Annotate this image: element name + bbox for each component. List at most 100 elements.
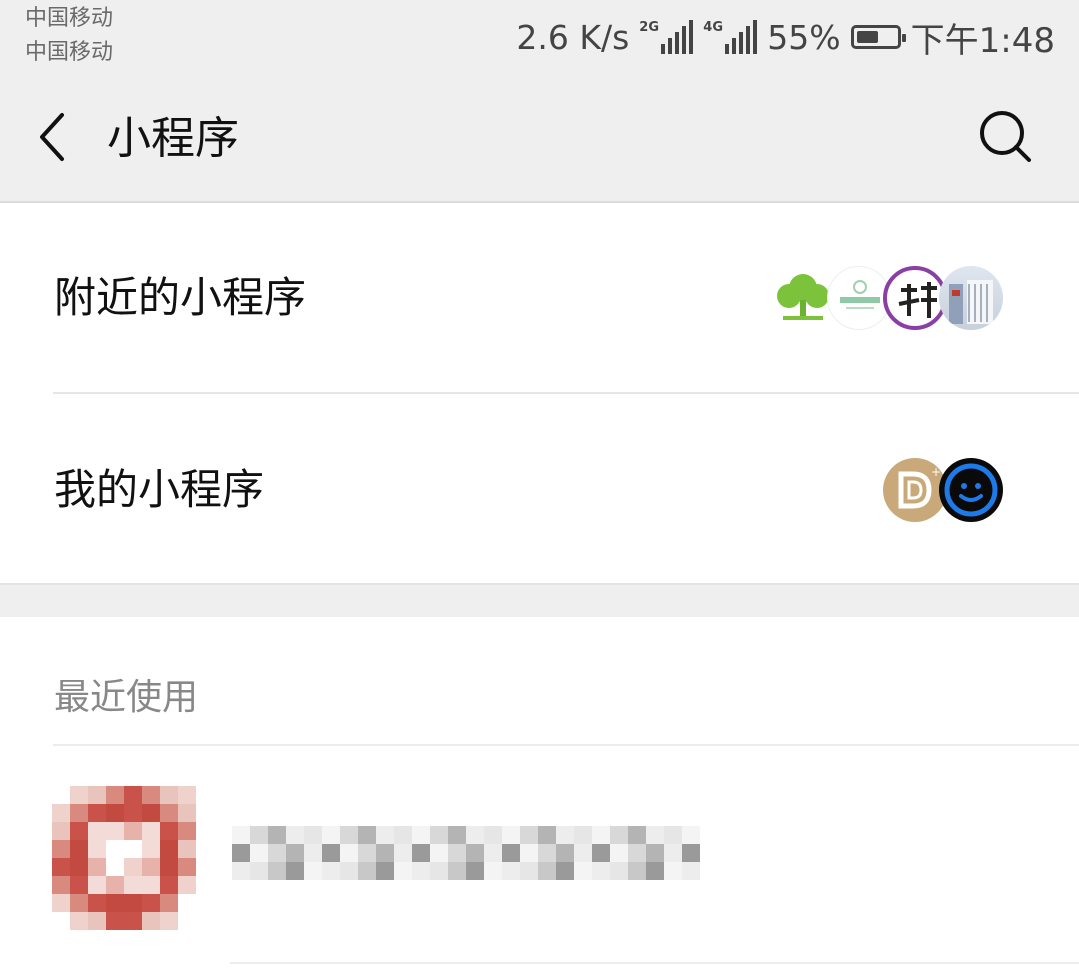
carrier-1: 中国移动 xyxy=(25,6,114,31)
mosaic-cell xyxy=(250,862,268,880)
mosaic-cell xyxy=(376,862,394,880)
mosaic-cell xyxy=(628,844,646,862)
mosaic-cell xyxy=(484,844,502,862)
mosaic-cell xyxy=(142,840,160,858)
signal-2g-label: 2G xyxy=(639,20,659,35)
mosaic-cell xyxy=(268,862,286,880)
mosaic-cell xyxy=(52,804,70,822)
mosaic-cell xyxy=(124,786,142,804)
mosaic-cell xyxy=(88,840,106,858)
mosaic-cell xyxy=(448,844,466,862)
mosaic-cell xyxy=(340,862,358,880)
mosaic-cell xyxy=(520,826,538,844)
mosaic-cell xyxy=(88,912,106,930)
green-tea-logo-icon xyxy=(827,266,891,330)
mosaic-cell xyxy=(592,844,610,862)
mosaic-cell xyxy=(88,804,106,822)
mosaic-cell xyxy=(646,826,664,844)
mosaic-cell xyxy=(52,912,70,930)
mosaic-cell xyxy=(520,844,538,862)
chevron-left-icon[interactable] xyxy=(30,107,80,167)
mosaic-cell xyxy=(88,786,106,804)
mosaic-cell xyxy=(340,844,358,862)
mosaic-cell xyxy=(52,840,70,858)
mosaic-cell xyxy=(52,858,70,876)
mosaic-cell xyxy=(664,862,682,880)
mosaic-cell xyxy=(52,876,70,894)
mosaic-cell xyxy=(70,858,88,876)
mosaic-cell xyxy=(556,862,574,880)
mosaic-cell xyxy=(106,876,124,894)
mosaic-cell xyxy=(106,894,124,912)
mosaic-cell xyxy=(124,804,142,822)
mosaic-cell xyxy=(430,862,448,880)
mosaic-cell xyxy=(106,822,124,840)
mosaic-cell xyxy=(448,826,466,844)
mosaic-cell xyxy=(124,822,142,840)
mosaic-cell xyxy=(52,822,70,840)
mosaic-cell xyxy=(70,912,88,930)
my-mini-programs-row[interactable]: 我的小程序 + xyxy=(0,395,1079,585)
carrier-2: 中国移动 xyxy=(25,40,114,65)
mosaic-cell xyxy=(682,826,700,844)
list-item[interactable] xyxy=(0,746,1079,961)
mosaic-cell xyxy=(466,826,484,844)
mosaic-cell xyxy=(430,844,448,862)
page-title: 小程序 xyxy=(107,113,239,164)
mosaic-cell xyxy=(124,840,142,858)
mosaic-cell xyxy=(646,844,664,862)
mosaic-cell xyxy=(142,822,160,840)
mosaic-cell xyxy=(142,876,160,894)
mosaic-cell xyxy=(592,826,610,844)
mosaic-cell xyxy=(610,862,628,880)
mosaic-cell xyxy=(88,876,106,894)
mosaic-cell xyxy=(124,912,142,930)
mosaic-cell xyxy=(664,844,682,862)
pixelated-avatar xyxy=(52,786,198,934)
mosaic-cell xyxy=(286,862,304,880)
mosaic-cell xyxy=(664,826,682,844)
mosaic-cell xyxy=(70,786,88,804)
mosaic-cell xyxy=(304,844,322,862)
mosaic-cell xyxy=(448,862,466,880)
mosaic-cell xyxy=(88,858,106,876)
mosaic-cell xyxy=(106,858,124,876)
mosaic-cell xyxy=(70,840,88,858)
mosaic-cell xyxy=(142,804,160,822)
mosaic-cell xyxy=(142,912,160,930)
divider xyxy=(230,962,1079,964)
signal-4g-label: 4G xyxy=(703,20,723,35)
mosaic-cell xyxy=(502,826,520,844)
mosaic-cell xyxy=(466,844,484,862)
mosaic-cell xyxy=(610,826,628,844)
mosaic-cell xyxy=(178,912,196,930)
mosaic-cell xyxy=(52,894,70,912)
my-icons: + xyxy=(883,457,1003,523)
mosaic-cell xyxy=(592,862,610,880)
mosaic-cell xyxy=(340,826,358,844)
mosaic-cell xyxy=(268,844,286,862)
mosaic-cell xyxy=(322,844,340,862)
mosaic-cell xyxy=(268,826,286,844)
mosaic-cell xyxy=(502,862,520,880)
mosaic-cell xyxy=(412,826,430,844)
purple-calligraphy-logo-icon xyxy=(883,266,947,330)
nearby-mini-programs-row[interactable]: 附近的小程序 xyxy=(0,203,1079,393)
mosaic-cell xyxy=(232,844,250,862)
mosaic-cell xyxy=(70,822,88,840)
mosaic-cell xyxy=(574,826,592,844)
mosaic-cell xyxy=(70,804,88,822)
svg-text:+: + xyxy=(931,465,941,479)
mosaic-cell xyxy=(160,858,178,876)
mosaic-cell xyxy=(178,858,196,876)
mosaic-cell xyxy=(160,912,178,930)
mosaic-cell xyxy=(574,862,592,880)
mosaic-cell xyxy=(394,844,412,862)
mosaic-cell xyxy=(178,876,196,894)
mosaic-cell xyxy=(160,876,178,894)
search-icon[interactable] xyxy=(975,106,1037,168)
mosaic-cell xyxy=(178,840,196,858)
mosaic-cell xyxy=(286,844,304,862)
mosaic-cell xyxy=(538,862,556,880)
mosaic-cell xyxy=(160,786,178,804)
